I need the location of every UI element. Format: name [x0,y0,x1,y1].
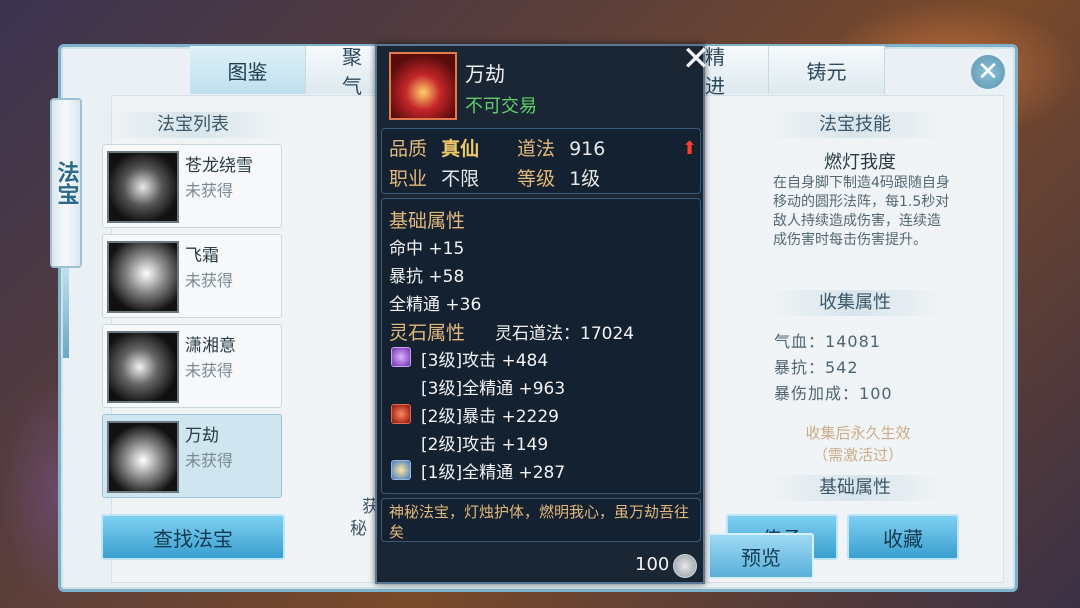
tooltip-trade-status: 不可交易 [465,96,537,117]
list-item[interactable]: 潇湘意 未获得 [102,324,282,408]
level-row: 等级 1级 [517,164,600,191]
item-status: 未获得 [185,451,234,470]
item-name: 苍龙绕雪 [185,156,253,176]
daofa-row: 道法 916 [517,134,605,161]
stat-label: 暴抗 [774,358,809,377]
collect-note-sub: （需激活过） [812,446,903,464]
coin-icon [673,554,697,578]
collect-note: 收集后永久生效 [805,424,911,442]
collect-stat: 暴伤加成：100 [774,384,893,403]
collect-title: 收集属性 [765,290,945,316]
side-banner: 法宝 [50,98,82,268]
job-value: 不限 [441,168,480,190]
base-attr-line: 暴抗 +58 [389,267,465,287]
tooltip-description: 神秘法宝，灯烛护体，燃明我心，虽万劫吾往矣 [389,503,690,541]
base-title: 基础属性 [765,475,945,501]
quality-row: 品质 真仙 [389,134,479,161]
blue-gem-icon [391,460,411,480]
dragon-icon [107,151,179,223]
gem-attr-heading: 灵石属性 [389,322,466,344]
collect-stat: 气血：14081 [774,332,881,351]
item-name: 潇湘意 [185,336,236,356]
level-label: 等级 [517,168,556,190]
arrow-up-icon: ⬆ [682,138,698,159]
daofa-label: 道法 [517,138,556,160]
candle-icon [389,52,457,120]
flower-branch-icon [107,331,179,403]
tooltip-price: 100 [635,554,670,575]
list-item[interactable]: 苍龙绕雪 未获得 [102,144,282,228]
list-title: 法宝列表 [100,112,286,138]
skill-description: 在自身脚下制造4码跟随自身移动的圆形法阵，每1.5秒对敌人持续造成伤害，连续造成… [773,175,950,248]
gem-stat-line: [2级]攻击 +149 [421,435,549,455]
tab-tujian[interactable]: 图鉴 [190,46,306,94]
banner-tassel [63,268,69,358]
candle-icon [107,421,179,493]
item-status: 未获得 [185,271,234,290]
close-icon: ✕ [977,57,999,87]
item-name: 飞霜 [185,246,219,266]
stat-value: 542 [825,358,859,377]
stat-value: 14081 [825,332,881,351]
item-status: 未获得 [185,361,234,380]
tooltip-item-name: 万劫 [465,62,505,86]
list-item[interactable]: 飞霜 未获得 [102,234,282,318]
stat-value: 100 [859,384,893,403]
stat-label: 气血 [774,332,809,351]
collect-stat: 暴抗：542 [774,358,859,377]
purple-gem-icon [391,347,411,367]
preview-button[interactable]: 预览 [708,533,814,579]
gem-daofa: 灵石道法：17024 [495,324,635,344]
tab-jingjin[interactable]: 精进 [705,45,769,98]
close-window-button[interactable]: ✕ [968,52,1008,92]
gem-stat-line: [3级]攻击 +484 [421,351,549,371]
daofa-value: 916 [569,138,606,160]
job-row: 职业 不限 [389,164,479,191]
close-icon[interactable]: ✕ [679,42,713,76]
quality-label: 品质 [389,138,428,160]
gem-stat-line: [2级]暴击 +2229 [421,407,559,427]
base-attr-line: 全精通 +36 [389,295,482,315]
find-treasure-button[interactable]: 查找法宝 [101,514,285,560]
banner-text: 法宝 [53,161,79,205]
hidden-text: 秘 [350,519,367,539]
skill-name: 燃灯我度 [824,152,896,173]
gem-stat-line: [1级]全精通 +287 [421,463,566,483]
job-label: 职业 [389,168,428,190]
list-item[interactable]: 万劫 未获得 [102,414,282,498]
item-status: 未获得 [185,181,234,200]
wing-icon [107,241,179,313]
red-gem-icon [391,404,411,424]
item-tooltip: ✕ 万劫 不可交易 品质 真仙 道法 916 ⬆ 职业 不限 等级 1级 基础属… [375,42,710,584]
skill-title: 法宝技能 [765,112,945,138]
quality-value: 真仙 [441,138,480,160]
level-value: 1级 [569,168,601,190]
stat-label: 暴伤加成 [774,384,843,403]
base-attr-heading: 基础属性 [389,210,466,232]
collect-button[interactable]: 收藏 [847,514,959,560]
gem-stat-line: [3级]全精通 +963 [421,379,566,399]
tab-juqi[interactable]: 聚气 [306,45,376,98]
item-name: 万劫 [185,426,219,446]
tab-zhuyuan[interactable]: 铸元 [769,46,885,94]
base-attr-line: 命中 +15 [389,239,465,259]
